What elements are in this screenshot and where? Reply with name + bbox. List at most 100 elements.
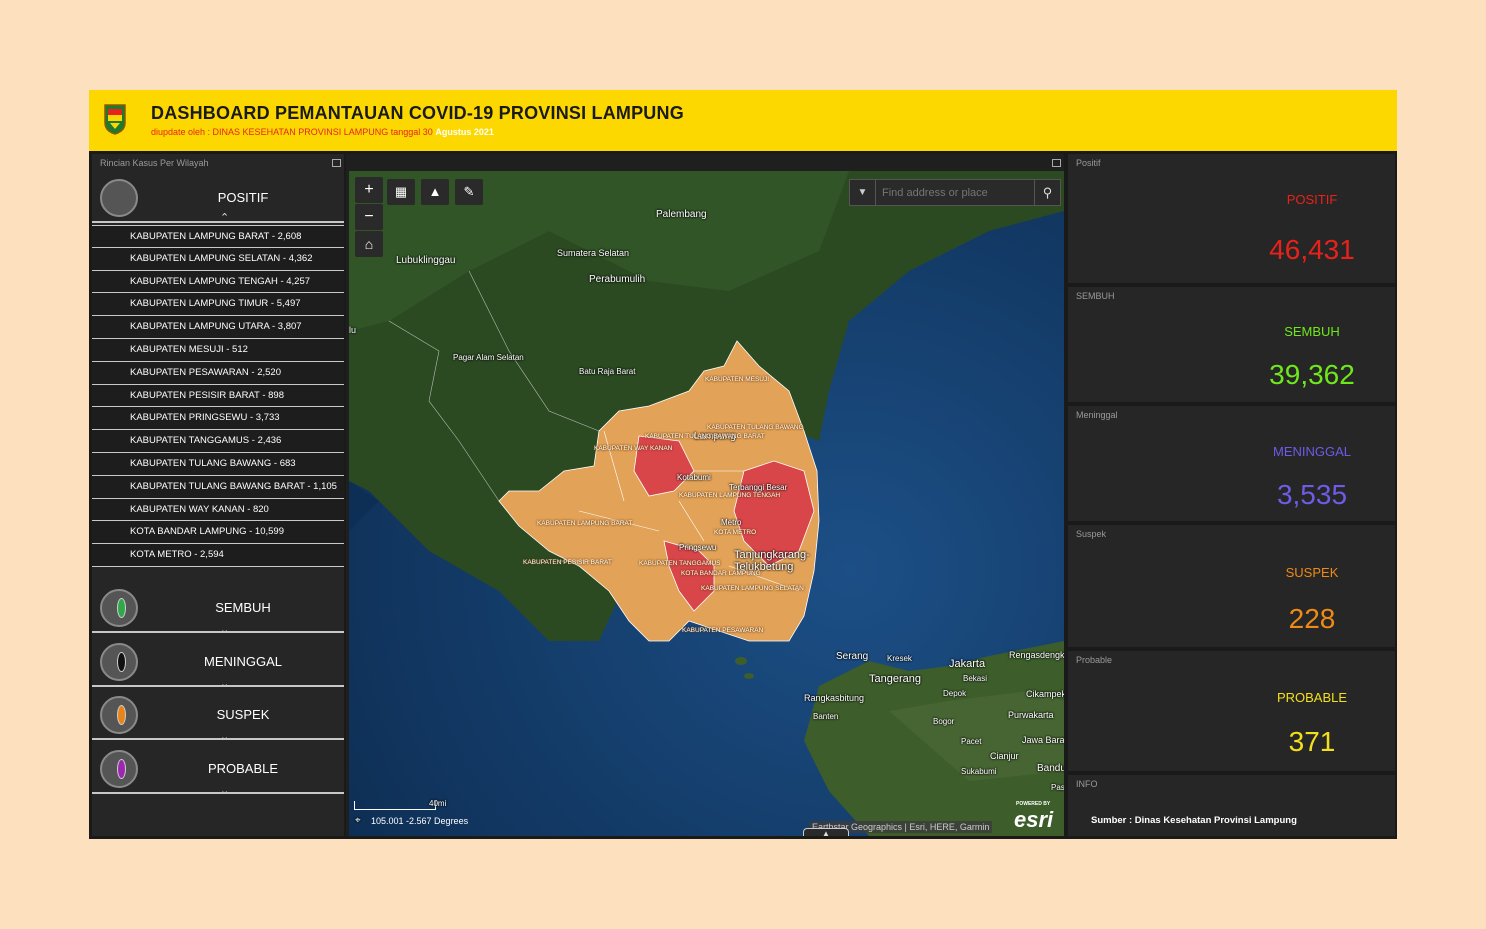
subtitle-prefix: diupdate oleh : DINAS KESEHATAN PROVINSI… bbox=[151, 127, 421, 137]
card-label: POSITIF bbox=[1286, 192, 1338, 207]
list-item[interactable]: KABUPATEN MESUJI - 512 bbox=[92, 338, 344, 362]
search-icon[interactable]: ⚲ bbox=[1034, 180, 1060, 205]
region-breakdown-panel: Rincian Kasus Per Wilayah POSITIF ⌃ KABU… bbox=[92, 154, 344, 836]
category-probable[interactable]: PROBABLE ⌄ bbox=[92, 742, 344, 797]
bookmark-icon[interactable]: ▲ bbox=[421, 179, 449, 205]
satellite-basemap bbox=[349, 171, 1064, 836]
card-caption: INFO bbox=[1076, 779, 1098, 789]
stat-card-meninggal: Meninggal MENINGGAL 3,535 bbox=[1068, 406, 1395, 521]
map-label: Jawa Barat bbox=[1022, 735, 1064, 745]
measure-icon[interactable]: ✎ bbox=[455, 179, 483, 205]
region-label: KABUPATEN WAY KANAN bbox=[594, 445, 673, 452]
basemap-gallery-icon[interactable]: ▦ bbox=[387, 179, 415, 205]
list-item[interactable]: KABUPATEN PESISIR BARAT - 898 bbox=[92, 384, 344, 408]
map-label: Rangkasbitung bbox=[804, 693, 865, 703]
esri-logo: POWERED BY esri bbox=[1014, 801, 1054, 832]
subtitle-day: 30 bbox=[422, 127, 433, 137]
region-label: KABUPATEN PESAWARAN bbox=[682, 627, 764, 634]
region-label: KOTA METRO bbox=[714, 529, 757, 536]
list-item[interactable]: KOTA BANDAR LAMPUNG - 10,599 bbox=[92, 521, 344, 545]
card-caption: Suspek bbox=[1076, 529, 1107, 539]
page-title: DASHBOARD PEMANTAUAN COVID-19 PROVINSI L… bbox=[151, 103, 684, 123]
map-label: Cikampek bbox=[1026, 689, 1064, 699]
zoom-in-button[interactable]: + bbox=[355, 177, 383, 203]
card-value: 39,362 bbox=[1269, 359, 1355, 390]
stat-card-suspek: Suspek SUSPEK 228 bbox=[1068, 525, 1395, 647]
list-item[interactable]: KABUPATEN TULANG BAWANG BARAT - 1,105 bbox=[92, 475, 344, 499]
coordinate-readout: 105.001 -2.567 Degrees bbox=[371, 816, 469, 826]
card-value: 3,535 bbox=[1276, 479, 1348, 510]
region-label: KABUPATEN TULANG BAWANG bbox=[707, 424, 804, 431]
locate-icon[interactable]: ⌖ bbox=[355, 815, 361, 826]
card-label: SEMBUH bbox=[1284, 324, 1340, 339]
stat-card-sembuh: SEMBUH SEMBUH 39,362 bbox=[1068, 287, 1395, 402]
region-label: KABUPATEN LAMPUNG SELATAN bbox=[701, 585, 804, 592]
region-label: KABUPATEN TANGGAMUS bbox=[639, 560, 721, 567]
map-label: Serang bbox=[836, 651, 869, 662]
search-input[interactable] bbox=[880, 183, 1029, 203]
map-search[interactable]: ▼ ⚲ bbox=[849, 179, 1061, 206]
search-source-dropdown[interactable]: ▼ bbox=[850, 180, 876, 205]
list-item[interactable]: KABUPATEN PESAWARAN - 2,520 bbox=[92, 361, 344, 385]
category-sembuh[interactable]: SEMBUH ⌄ bbox=[92, 581, 344, 636]
map-label: Jakarta bbox=[949, 658, 986, 670]
card-value: 228 bbox=[1288, 603, 1336, 634]
region-label: KABUPATEN LAMPUNG BARAT bbox=[537, 520, 633, 527]
map-label: Pacet bbox=[961, 737, 982, 746]
map-label: Kresek bbox=[887, 654, 912, 663]
map-label: Sumatera Selatan bbox=[557, 248, 630, 258]
map-label: Tangerang bbox=[869, 673, 921, 685]
list-item[interactable]: KOTA METRO - 2,594 bbox=[92, 544, 344, 567]
stat-card-positif: Positif POSITIF 46,431 bbox=[1068, 154, 1395, 283]
list-item[interactable]: KABUPATEN TULANG BAWANG - 683 bbox=[92, 452, 344, 476]
map-view[interactable]: + − ⌂ ▦ ▲ ✎ ▼ ⚲ Palembang Sumatera Selat… bbox=[349, 171, 1064, 836]
map-label: Kotabumi bbox=[677, 473, 711, 482]
map-label: Pas bbox=[1051, 783, 1064, 792]
list-item[interactable]: KABUPATEN TANGGAMUS - 2,436 bbox=[92, 430, 344, 453]
zoom-out-button[interactable]: − bbox=[355, 204, 383, 230]
maximize-icon[interactable] bbox=[332, 159, 341, 167]
list-item[interactable]: KABUPATEN LAMPUNG UTARA - 3,807 bbox=[92, 316, 344, 339]
category-positif[interactable]: POSITIF ⌃ bbox=[92, 171, 344, 224]
region-label: KABUPATEN MESUJI bbox=[705, 376, 770, 383]
maximize-icon[interactable] bbox=[1052, 159, 1061, 167]
info-card: INFO Sumber : Dinas Kesehatan Provinsi L… bbox=[1068, 775, 1395, 836]
attribution-toggle[interactable]: ▲ bbox=[803, 828, 849, 836]
card-label: SUSPEK bbox=[1285, 565, 1339, 580]
region-label: KABUPATEN TULANG BAWANG BARAT bbox=[645, 433, 765, 440]
map-label: Bekasi bbox=[963, 674, 988, 683]
dashboard-frame: DASHBOARD PEMANTAUAN COVID-19 PROVINSI L… bbox=[89, 90, 1397, 839]
map-label: Perabumulih bbox=[589, 274, 646, 285]
home-icon[interactable]: ⌂ bbox=[355, 231, 383, 257]
list-item[interactable]: KABUPATEN LAMPUNG TENGAH - 4,257 bbox=[92, 270, 344, 294]
scale-label: 40mi bbox=[429, 799, 447, 808]
list-item[interactable]: KABUPATEN LAMPUNG TIMUR - 5,497 bbox=[92, 293, 344, 317]
card-label: MENINGGAL bbox=[1272, 444, 1351, 459]
map-label: Bandung bbox=[1037, 763, 1064, 774]
card-label: PROBABLE bbox=[1276, 690, 1348, 705]
card-value: 46,431 bbox=[1269, 234, 1355, 265]
stats-panel: Positif POSITIF 46,431 SEMBUH SEMBUH 39,… bbox=[1068, 154, 1395, 836]
map-panel: + − ⌂ ▦ ▲ ✎ ▼ ⚲ Palembang Sumatera Selat… bbox=[346, 154, 1064, 836]
map-label: Terbanggi Besar bbox=[729, 483, 788, 492]
map-label: Cianjur bbox=[990, 751, 1019, 761]
scale-bar bbox=[354, 801, 436, 810]
category-suspek[interactable]: SUSPEK ⌄ bbox=[92, 688, 344, 743]
map-label: Lubuklinggau bbox=[396, 255, 456, 266]
list-item[interactable]: KABUPATEN PRINGSEWU - 3,733 bbox=[92, 407, 344, 431]
stat-card-probable: Probable PROBABLE 371 bbox=[1068, 651, 1395, 771]
list-item[interactable]: KABUPATEN LAMPUNG BARAT - 2,608 bbox=[92, 225, 344, 248]
header-bar: DASHBOARD PEMANTAUAN COVID-19 PROVINSI L… bbox=[89, 90, 1397, 151]
list-item[interactable]: KABUPATEN LAMPUNG SELATAN - 4,362 bbox=[92, 247, 344, 271]
map-label: Metro bbox=[721, 518, 742, 527]
card-value: 371 bbox=[1288, 726, 1336, 757]
region-label: KABUPATEN LAMPUNG TENGAH bbox=[679, 492, 781, 499]
category-underline bbox=[92, 631, 344, 633]
region-list: KABUPATEN LAMPUNG BARAT - 2,608 KABUPATE… bbox=[92, 225, 344, 567]
map-label: Pagar Alam Selatan bbox=[453, 353, 524, 362]
category-meninggal[interactable]: MENINGGAL ⌄ bbox=[92, 635, 344, 690]
list-item[interactable]: KABUPATEN WAY KANAN - 820 bbox=[92, 498, 344, 522]
category-underline bbox=[92, 221, 344, 223]
card-caption: Meninggal bbox=[1076, 410, 1118, 420]
map-label: Depok bbox=[943, 689, 967, 698]
